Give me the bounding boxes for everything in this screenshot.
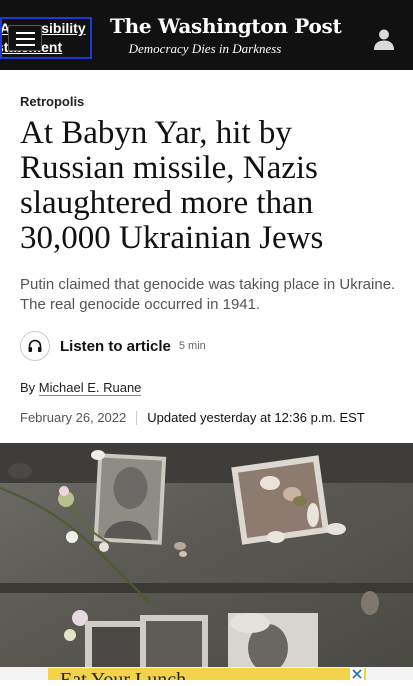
ad-close-icon[interactable] [350,668,364,680]
article-dates: February 26, 2022 Updated yesterday at 1… [20,410,365,425]
byline: By Michael E. Ruane [20,380,142,396]
site-logo[interactable]: The Washington Post [110,13,342,39]
user-account-icon[interactable] [372,27,396,51]
article-headline: At Babyn Yar, hit by Russian missile, Na… [20,115,324,256]
masthead[interactable]: The Washington Post Democracy Dies in Da… [110,13,342,57]
hamburger-menu-icon[interactable] [8,25,42,51]
listen-to-article-button[interactable]: Listen to article 5 min [20,329,206,363]
site-tagline: Democracy Dies in Darkness [128,41,282,56]
author-link[interactable]: Michael E. Ruane [38,380,142,396]
ad-text: Eat Your Lunch [60,669,187,680]
listen-label: Listen to article [60,337,171,355]
date-divider [136,410,138,425]
lead-photo[interactable] [0,443,413,671]
headphones-icon [20,331,50,361]
section-label[interactable]: Retropolis [20,94,84,109]
published-date: February 26, 2022 [20,410,127,425]
article-subheadline: Putin claimed that genocide was taking p… [20,276,396,313]
memorial-photo-image [0,443,413,671]
site-header: Accessibility statement The Washington P… [0,0,413,70]
ad-banner[interactable]: Eat Your Lunch [48,668,366,680]
updated-date: Updated yesterday at 12:36 p.m. EST [147,410,365,425]
byline-prefix: By [20,380,36,395]
listen-duration: 5 min [178,340,206,352]
